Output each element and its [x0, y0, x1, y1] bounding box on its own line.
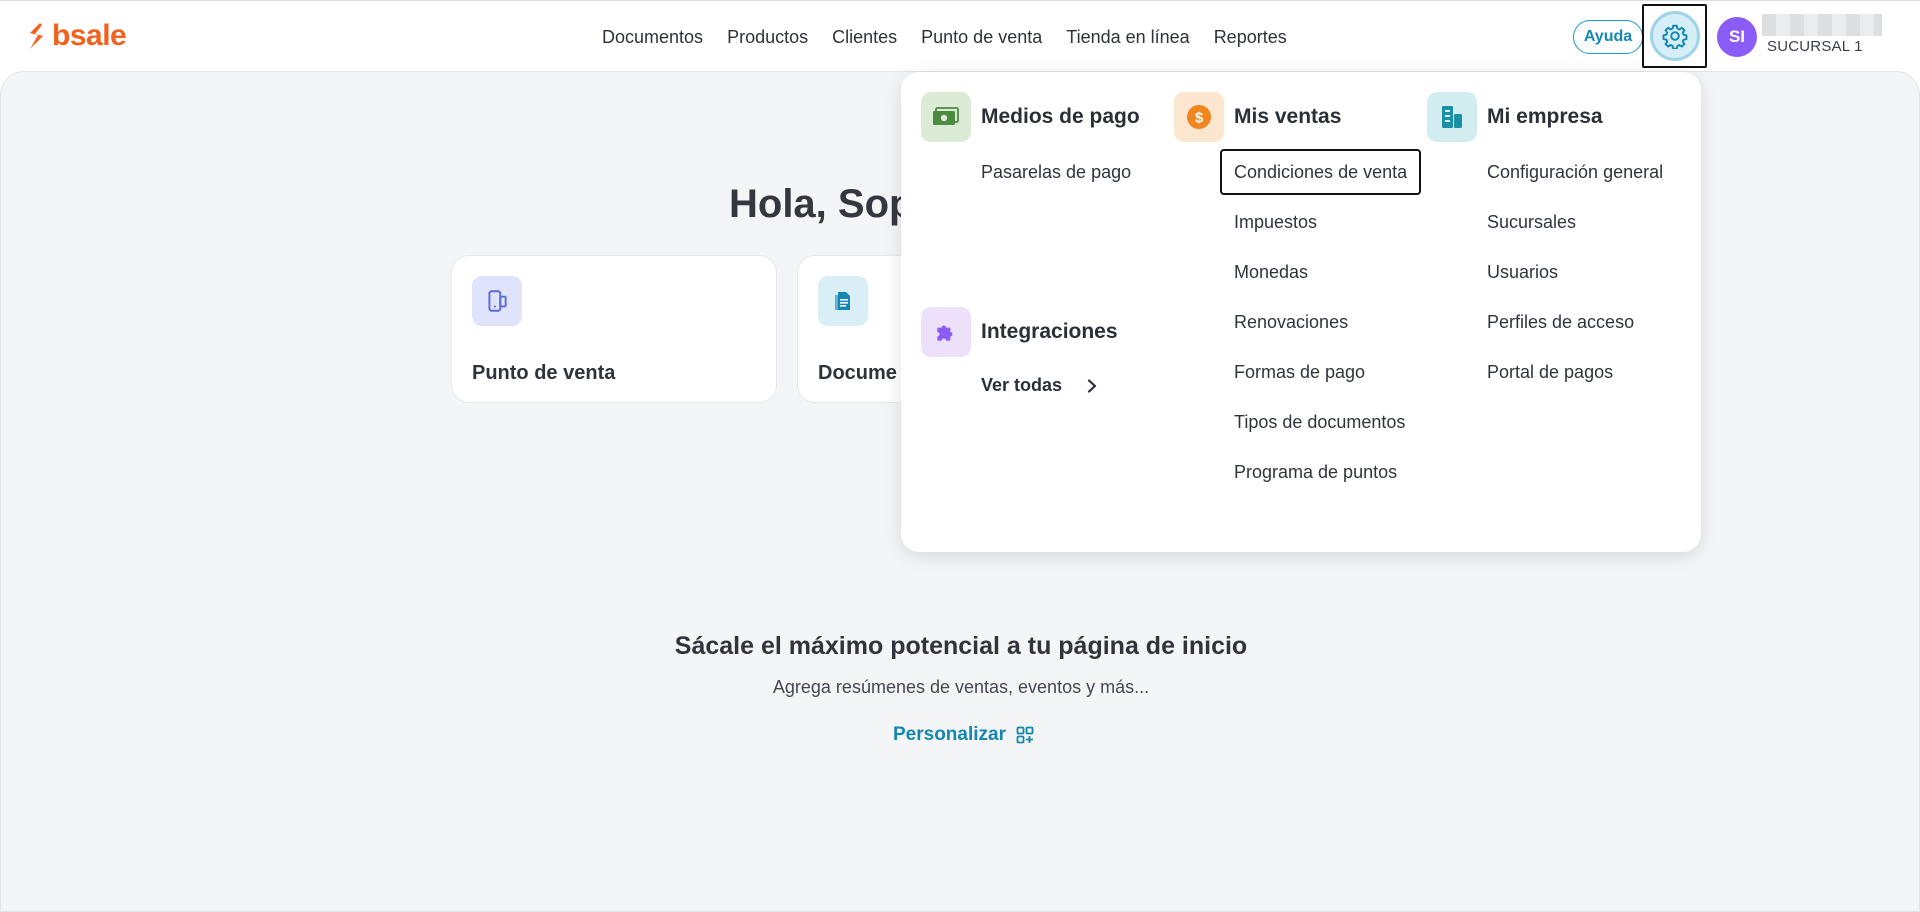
nav-punto-de-venta[interactable]: Punto de venta: [909, 23, 1054, 51]
nav-documentos[interactable]: Documentos: [590, 23, 715, 51]
chevron-right-icon: [1087, 378, 1097, 393]
shortcut-card-punto-de-venta[interactable]: Punto de venta: [451, 255, 777, 403]
main-nav: Documentos Productos Clientes Punto de v…: [590, 23, 1299, 51]
buildings-icon: [1427, 92, 1477, 142]
section-title: Mi empresa: [1487, 105, 1603, 128]
settings-dropdown: Medios de pago Pasarelas de pago Integra…: [901, 72, 1701, 552]
section-mi-empresa: Mi empresa: [1427, 92, 1603, 142]
section-title: Medios de pago: [981, 105, 1140, 128]
promo-subtitle: Agrega resúmenes de ventas, eventos y má…: [772, 677, 1150, 697]
nav-reportes[interactable]: Reportes: [1202, 23, 1299, 51]
promo-title: Sácale el máximo potencial a tu página d…: [674, 632, 1248, 660]
menu-item-impuestos[interactable]: Impuestos: [1234, 210, 1317, 234]
section-integraciones: Integraciones: [921, 307, 1118, 357]
menu-item-sucursales[interactable]: Sucursales: [1487, 210, 1576, 234]
puzzle-icon: [921, 307, 971, 357]
menu-item-perfiles-de-acceso[interactable]: Perfiles de acceso: [1487, 310, 1634, 334]
menu-item-formas-de-pago[interactable]: Formas de pago: [1234, 360, 1365, 384]
section-medios-de-pago: Medios de pago: [921, 92, 1140, 142]
nav-tienda-en-linea[interactable]: Tienda en línea: [1054, 23, 1201, 51]
avatar[interactable]: SI: [1717, 17, 1757, 57]
user-name-redacted: [1762, 14, 1882, 36]
section-title: Mis ventas: [1234, 105, 1342, 128]
ver-todas-label: Ver todas: [981, 375, 1063, 395]
cash-icon: [921, 92, 971, 142]
settings-button-bg: [1649, 11, 1700, 61]
dollar-coin-icon: $: [1174, 92, 1224, 142]
gear-icon: [1662, 24, 1687, 49]
section-title: Integraciones: [981, 320, 1118, 343]
menu-item-condiciones-de-venta[interactable]: Condiciones de venta: [1219, 149, 1422, 195]
nav-clientes[interactable]: Clientes: [820, 23, 909, 51]
settings-button[interactable]: [1642, 4, 1707, 68]
page-title: Hola, Sop: [729, 182, 914, 226]
ver-todas-link[interactable]: Ver todas: [981, 375, 1098, 396]
branch-label[interactable]: SUCURSAL 1: [1767, 38, 1863, 55]
nav-productos[interactable]: Productos: [715, 23, 820, 51]
top-bar: bsale Documentos Productos Clientes Punt…: [0, 0, 1920, 72]
menu-item-pasarelas-de-pago[interactable]: Pasarelas de pago: [981, 160, 1131, 184]
shortcut-card-label: Docume: [818, 362, 897, 384]
section-mis-ventas: $ Mis ventas: [1174, 92, 1341, 142]
menu-item-monedas[interactable]: Monedas: [1234, 260, 1308, 284]
bsale-logo-mark-icon: [30, 23, 43, 49]
menu-item-programa-de-puntos[interactable]: Programa de puntos: [1234, 460, 1397, 484]
menu-item-tipos-de-documentos[interactable]: Tipos de documentos: [1234, 410, 1405, 434]
menu-item-renovaciones[interactable]: Renovaciones: [1234, 310, 1348, 334]
menu-item-configuracion-general[interactable]: Configuración general: [1487, 160, 1663, 184]
logo-text: bsale: [52, 19, 127, 52]
personalizar-link[interactable]: Personalizar: [893, 724, 1034, 746]
shortcut-card-label: Punto de venta: [472, 362, 616, 384]
personalizar-label: Personalizar: [893, 724, 1006, 745]
menu-item-usuarios[interactable]: Usuarios: [1487, 260, 1558, 284]
help-button[interactable]: Ayuda: [1573, 20, 1643, 54]
document-icon: [818, 276, 868, 326]
grid-add-icon: [1016, 726, 1034, 744]
pos-device-icon: [472, 276, 522, 326]
menu-item-portal-de-pagos[interactable]: Portal de pagos: [1487, 360, 1613, 384]
svg-text:$: $: [1195, 110, 1204, 127]
bsale-logo[interactable]: bsale: [26, 19, 127, 53]
